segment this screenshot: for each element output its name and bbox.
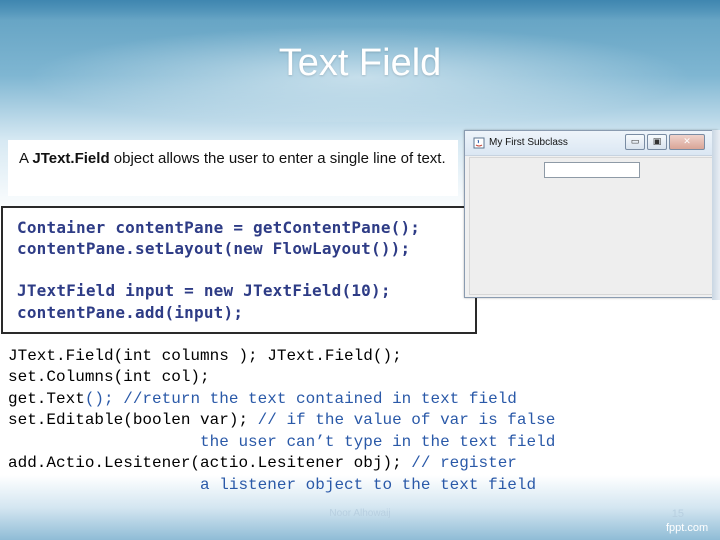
code-line: JTextField input = new JTextField(10); [17, 281, 391, 300]
description-suffix: object allows the user to enter a single… [109, 150, 446, 167]
api-line: set.Columns(int col); [8, 367, 210, 388]
text-field-input[interactable] [544, 162, 640, 178]
slide-title: Text Field [278, 42, 442, 84]
java-frame-window: My First Subclass ▭ ▣ ✕ [464, 130, 718, 298]
api-code: get.Text [8, 390, 85, 408]
description-prefix: A [19, 150, 33, 167]
api-code: JText.Field(int columns ); JText.Field()… [8, 347, 402, 365]
api-comment: // register [401, 454, 517, 472]
code-line: contentPane.add(input); [17, 303, 244, 322]
api-line: get.Text(); //return the text contained … [8, 389, 517, 410]
description-text: A JText.Field object allows the user to … [19, 148, 449, 170]
api-line: add.Actio.Lesitener(actio.Lesitener obj)… [8, 453, 517, 474]
code-screenshot-panel: Container contentPane = getContentPane()… [1, 206, 477, 334]
window-content-pane [469, 157, 713, 295]
footer-brand: fppt.com [666, 522, 709, 534]
window-titlebar[interactable]: My First Subclass ▭ ▣ ✕ [465, 131, 717, 156]
code-line: contentPane.setLayout(new FlowLayout()); [17, 239, 411, 258]
api-code: add.Actio.Lesitener(actio.Lesitener obj)… [8, 454, 402, 472]
maximize-button[interactable]: ▣ [647, 134, 667, 150]
code-line: Container contentPane = getContentPane()… [17, 218, 421, 237]
api-comment: the user can’t type in the text field [8, 433, 556, 451]
api-paren: (); [84, 390, 114, 408]
api-code: set.Columns(int col); [8, 368, 210, 386]
api-line: JText.Field(int columns ); JText.Field()… [8, 346, 402, 367]
api-line: a listener object to the text field [8, 475, 536, 496]
window-title: My First Subclass [489, 137, 568, 148]
api-line: the user can’t type in the text field [8, 432, 555, 453]
top-gradient-band [0, 0, 720, 20]
background-window-edge [712, 130, 720, 300]
api-comment: //return the text contained in text fiel… [113, 390, 517, 408]
page-number: 15 [671, 508, 684, 520]
minimize-button[interactable]: ▭ [625, 134, 645, 150]
description-box: A JText.Field object allows the user to … [8, 140, 458, 196]
api-comment: a listener object to the text field [8, 476, 537, 494]
java-app-icon [473, 137, 485, 149]
api-comment: // if the value of var is false [248, 411, 556, 429]
api-code: set.Editable(boolen var); [8, 411, 249, 429]
footer-author: Noor Alhowaij [329, 508, 391, 519]
description-bold-class: JText.Field [32, 150, 110, 167]
close-button[interactable]: ✕ [669, 134, 705, 150]
api-line: set.Editable(boolen var); // if the valu… [8, 410, 555, 431]
